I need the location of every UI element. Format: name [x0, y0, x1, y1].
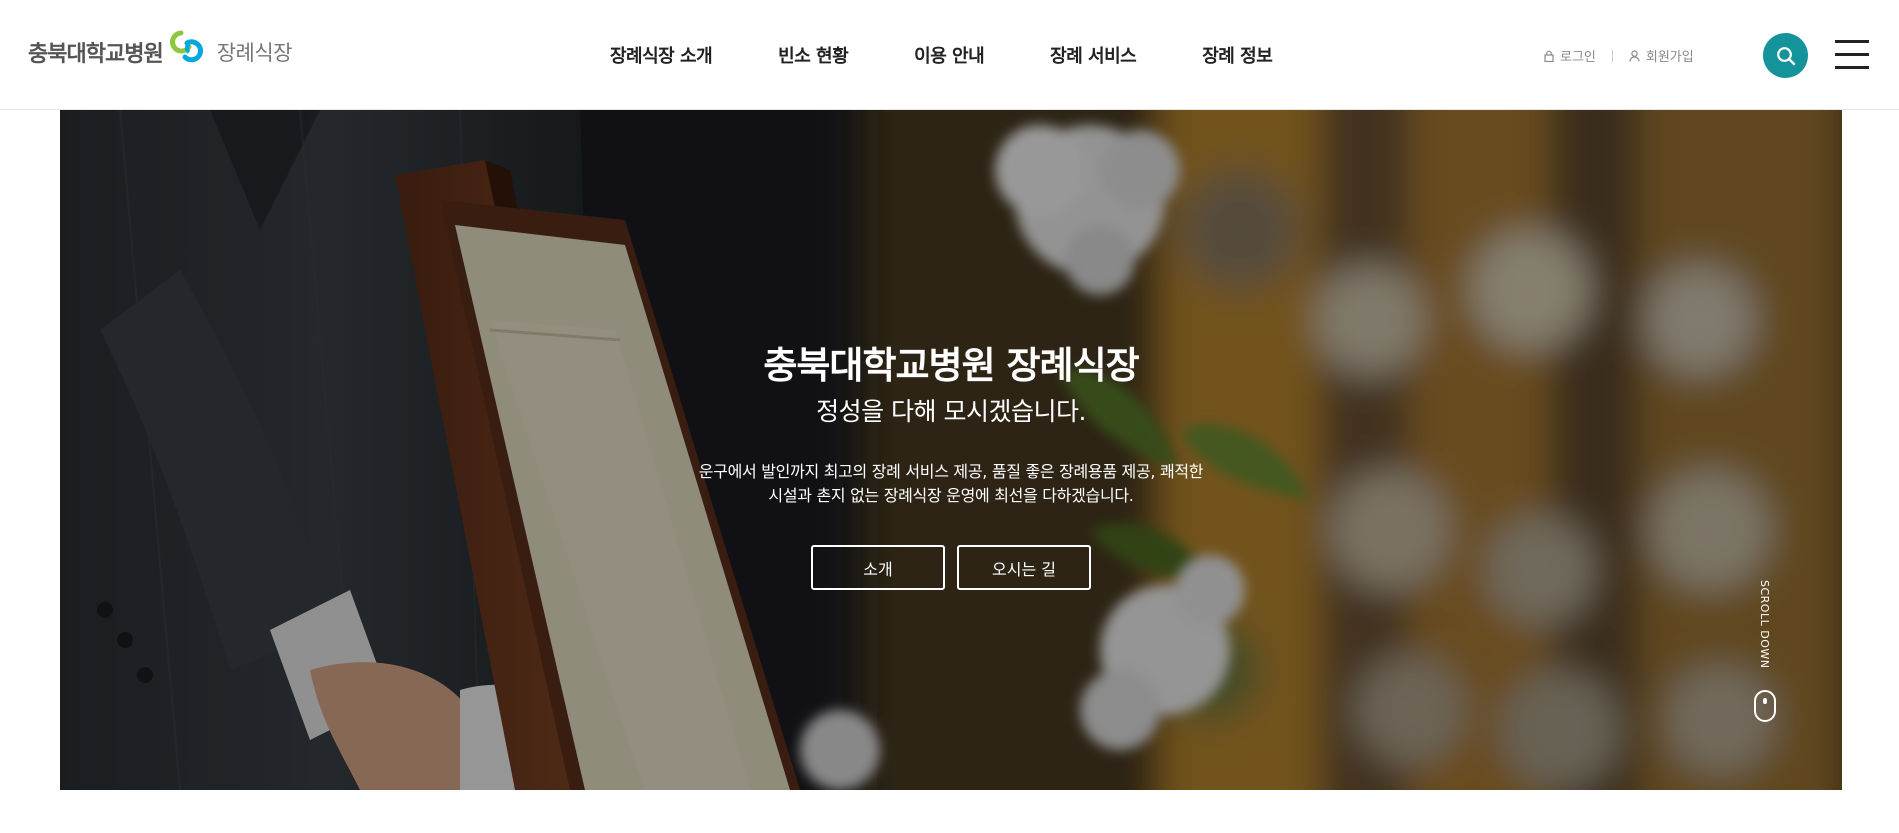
menu-bar: [1835, 40, 1869, 43]
hero-title: 충북대학교병원 장례식장: [763, 344, 1139, 387]
hero-subtitle: 정성을 다해 모시겠습니다.: [816, 397, 1086, 426]
mouse-icon: [1754, 690, 1776, 722]
hospital-logo-mark-icon: [169, 30, 203, 63]
user-icon: [1629, 49, 1640, 62]
logo-funeral-hall-name: 장례식장: [216, 41, 293, 65]
hero-button-group: 소개 오시는 길: [60, 545, 1842, 590]
directions-button[interactable]: 오시는 길: [957, 545, 1091, 590]
lock-icon: [1544, 50, 1554, 62]
site-logo[interactable]: 충북대학교병원 장례식장: [28, 30, 292, 74]
logo-hospital-name: 충북대학교병원: [28, 42, 164, 67]
signup-label: 회원가입: [1645, 50, 1694, 65]
nav-item-room-status[interactable]: 빈소 현황: [778, 42, 849, 68]
hero-description-line: 시설과 촌지 없는 장례식장 운영에 최선을 다하겠습니다.: [768, 486, 1134, 505]
nav-item-funeral-info[interactable]: 장례 정보: [1202, 42, 1273, 68]
search-icon: [1776, 46, 1795, 65]
hamburger-menu-button[interactable]: [1835, 40, 1869, 70]
scroll-down-label: SCROLL DOWN: [1758, 580, 1771, 669]
nav-item-funeral-hall-intro[interactable]: 장례식장 소개: [610, 42, 713, 68]
signup-link[interactable]: 회원가입: [1629, 46, 1694, 65]
hero-description: 운구에서 발인까지 최고의 장례 서비스 제공, 품질 좋은 장례용품 제공, …: [651, 460, 1251, 508]
hero-description-line: 운구에서 발인까지 최고의 장례 서비스 제공, 품질 좋은 장례용품 제공, …: [698, 462, 1204, 481]
main-navigation: 장례식장 소개 빈소 현황 이용 안내 장례 서비스 장례 정보: [610, 0, 1273, 110]
hero-content: 충북대학교병원 장례식장 정성을 다해 모시겠습니다. 운구에서 발인까지 최고…: [60, 342, 1842, 590]
utility-links: 로그인 회원가입: [1544, 46, 1694, 65]
scroll-down-indicator[interactable]: SCROLL DOWN: [1750, 580, 1780, 730]
site-header: 충북대학교병원 장례식장 장례식장 소개 빈소 현황 이용 안내 장례 서비스 …: [0, 0, 1899, 110]
login-label: 로그인: [1560, 50, 1596, 65]
menu-bar: [1835, 53, 1869, 56]
nav-item-funeral-service[interactable]: 장례 서비스: [1050, 42, 1137, 68]
search-button[interactable]: [1763, 33, 1808, 78]
nav-item-usage-guide[interactable]: 이용 안내: [914, 42, 985, 68]
login-link[interactable]: 로그인: [1544, 46, 1596, 65]
util-divider: [1611, 49, 1613, 62]
intro-button[interactable]: 소개: [811, 545, 945, 590]
menu-bar: [1835, 66, 1869, 69]
hero-banner: 충북대학교병원 장례식장 정성을 다해 모시겠습니다. 운구에서 발인까지 최고…: [60, 110, 1842, 790]
